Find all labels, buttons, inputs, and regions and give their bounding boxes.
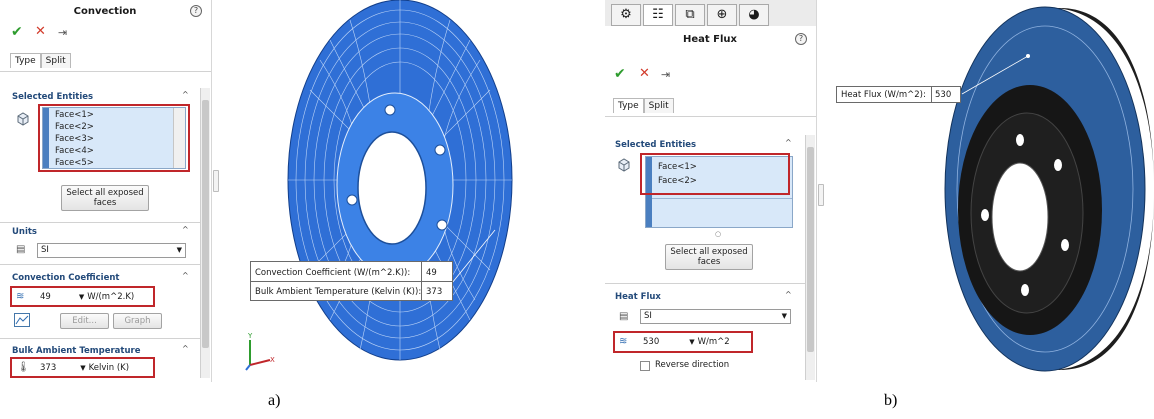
divider (0, 71, 211, 72)
select-all-exposed-faces-button[interactable]: Select all exposed faces (61, 185, 149, 211)
face-cube-icon (617, 158, 631, 175)
units-book-icon: ▤ (16, 244, 26, 255)
collapse-caret-icon[interactable]: ^ (182, 90, 189, 99)
heat-flux-callout: Heat Flux (W/m^2): 530 (836, 86, 961, 103)
tab-type[interactable]: Type (10, 53, 41, 68)
highlight-box (38, 104, 190, 172)
graph-chart-icon[interactable] (14, 313, 30, 330)
units-select[interactable]: SI ▼ (37, 243, 186, 258)
scrollbar-thumb[interactable] (807, 147, 814, 352)
brake-disc-wireframe-view[interactable] (230, 0, 530, 385)
collapse-caret-icon[interactable]: ^ (785, 138, 792, 147)
panel-scrollbar[interactable] (805, 135, 815, 380)
convection-panel: Convection ? ✔ ✕ ⇥ Type Split Selected E… (0, 0, 212, 382)
tab-type[interactable]: Type (613, 98, 644, 113)
select-all-exposed-faces-button[interactable]: Select all exposed faces (665, 244, 753, 270)
collapse-caret-icon[interactable]: ^ (182, 225, 189, 234)
divider (0, 264, 200, 265)
pushpin-icon[interactable]: ⇥ (661, 68, 670, 81)
hub-inner (357, 131, 427, 245)
hub-bore (991, 162, 1049, 272)
callout-anchor (1026, 54, 1030, 58)
convection-callout: Convection Coefficient (W/(m^2.K)): 49 B… (250, 261, 453, 301)
face-cube-icon (16, 112, 30, 129)
type-split-tabs: Type Split (613, 98, 674, 113)
collapse-caret-icon[interactable]: ^ (785, 290, 792, 299)
help-icon[interactable]: ? (795, 33, 807, 45)
scrollbar-thumb[interactable] (202, 100, 209, 348)
convection-coefficient-header: Convection Coefficient (12, 273, 120, 283)
edit-button[interactable]: Edit... (60, 313, 109, 329)
tab-split[interactable]: Split (643, 98, 674, 113)
reverse-direction-checkbox[interactable] (640, 361, 650, 371)
bulk-ambient-temperature-header: Bulk Ambient Temperature (12, 346, 141, 356)
callout-label: Convection Coefficient (W/(m^2.K)): (255, 268, 411, 278)
cancel-close-icon[interactable]: ✕ (639, 66, 650, 81)
highlight-box (10, 357, 155, 378)
heat-flux-header: Heat Flux (615, 292, 661, 302)
selected-entities-header: Selected Entities (615, 140, 697, 150)
axis-triad-icon: Y X (245, 332, 275, 371)
reverse-direction-label: Reverse direction (655, 360, 730, 370)
type-split-tabs: Type Split (10, 53, 71, 68)
callout-value: 49 (426, 268, 437, 278)
resize-grip-icon[interactable]: ○ (715, 230, 721, 238)
configuration-manager-tab[interactable]: ⧉ (675, 4, 705, 26)
panel-splitter-handle[interactable] (818, 184, 824, 206)
collapse-caret-icon[interactable]: ^ (182, 271, 189, 280)
callout-value: 373 (426, 287, 443, 297)
selected-entities-header: Selected Entities (12, 92, 94, 102)
graph-button[interactable]: Graph (113, 313, 162, 329)
cancel-close-icon[interactable]: ✕ (35, 24, 46, 39)
highlight-box (613, 331, 753, 353)
callout-label: Heat Flux (W/m^2): (841, 90, 926, 100)
units-header: Units (12, 227, 37, 237)
heat-flux-units-select[interactable]: SI ▼ (640, 309, 791, 324)
callout-value: 530 (935, 90, 952, 100)
collapse-caret-icon[interactable]: ^ (182, 344, 189, 353)
panel-title: Heat Flux (683, 34, 737, 45)
caption-b: b) (884, 392, 898, 409)
divider (0, 222, 200, 223)
ok-check-icon[interactable]: ✔ (614, 66, 626, 82)
display-manager-tab[interactable]: ◕ (739, 4, 769, 26)
feature-manager-tab[interactable]: ⚙ (611, 4, 641, 26)
callout-label: Bulk Ambient Temperature (Kelvin (K)): (255, 287, 422, 297)
svg-text:Y: Y (247, 332, 253, 340)
units-book-icon: ▤ (619, 311, 629, 322)
dimxpert-tab[interactable]: ⊕ (707, 4, 737, 26)
help-icon[interactable]: ? (190, 5, 202, 17)
property-manager-tab[interactable]: ☷ (643, 4, 673, 26)
units-value: SI (41, 245, 49, 255)
heat-flux-units-value: SI (644, 311, 652, 321)
highlight-box (10, 286, 155, 307)
ok-check-icon[interactable]: ✔ (11, 24, 23, 40)
divider (605, 116, 816, 117)
heat-flux-panel: ⚙ ☷ ⧉ ⊕ ◕ Heat Flux ? ✔ ✕ ⇥ Type Split S… (605, 0, 817, 382)
panel-scrollbar[interactable] (200, 88, 210, 378)
list-divider (652, 198, 792, 199)
pushpin-icon[interactable]: ⇥ (58, 26, 67, 39)
highlight-box (640, 153, 790, 195)
panel-title: Convection (73, 6, 137, 17)
divider (605, 283, 805, 284)
callout-column-divider (931, 87, 932, 102)
tab-split[interactable]: Split (40, 53, 71, 68)
callout-column-divider (421, 262, 422, 300)
divider (0, 338, 200, 339)
svg-text:X: X (270, 356, 275, 364)
panel-splitter-handle[interactable] (213, 170, 219, 192)
caption-a: a) (268, 392, 281, 409)
brake-disc-shaded-view[interactable] (880, 0, 1154, 385)
